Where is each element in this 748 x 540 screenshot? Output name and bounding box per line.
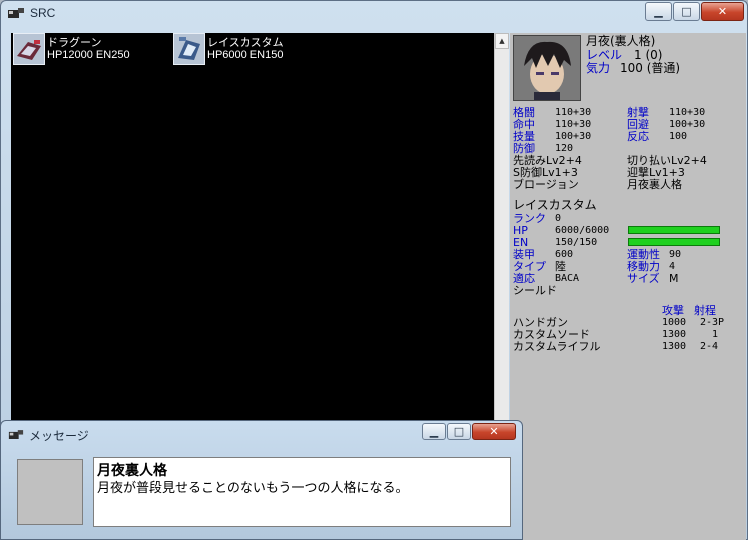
stat-value: 100+30 bbox=[555, 131, 592, 142]
unit-name: レイスカスタム bbox=[207, 36, 284, 49]
mecha-dragoon-icon bbox=[13, 33, 45, 65]
dialog-maximize-button[interactable]: □ bbox=[447, 423, 471, 440]
unit-name: レイスカスタム bbox=[513, 198, 597, 212]
close-button[interactable]: ✕ bbox=[701, 2, 744, 21]
unit-ability: シールド bbox=[513, 284, 557, 297]
stat-label: 反応 bbox=[627, 130, 649, 143]
unit-size-label: サイズ bbox=[627, 272, 660, 285]
weapon-attack: 1000 bbox=[662, 317, 687, 328]
message-box[interactable]: 月夜裏人格 月夜が普段見せることのないもう一つの人格になる。 bbox=[93, 457, 511, 527]
message-dialog[interactable]: メッセージ ▁ □ ✕ 月夜裏人格 月夜が普段見せることのないもう一つの人格にな… bbox=[0, 420, 523, 540]
weapons-range-header: 射程 bbox=[694, 304, 716, 317]
dialog-minimize-button[interactable]: ▁ bbox=[422, 423, 446, 440]
pilot-skill: ブロージョン bbox=[513, 178, 579, 191]
src-app-icon bbox=[8, 430, 24, 439]
weapons-attack-header: 攻撃 bbox=[662, 304, 684, 317]
weapon-range: 2-4 bbox=[700, 341, 719, 352]
stat-value: 100 bbox=[669, 131, 688, 142]
en-bar bbox=[628, 238, 720, 246]
unit-rank-value: 0 bbox=[555, 213, 562, 224]
dialog-title: メッセージ bbox=[29, 429, 89, 443]
weapon-attack: 1300 bbox=[662, 329, 687, 340]
pilot-portrait bbox=[513, 35, 581, 101]
pilot-skill: 月夜裏人格 bbox=[627, 178, 682, 191]
stat-value: 100+30 bbox=[669, 119, 706, 130]
scroll-up-arrow-icon[interactable]: ▲ bbox=[495, 33, 509, 49]
unit-en-value: 150/150 bbox=[555, 237, 598, 248]
stat-value: 110+30 bbox=[555, 107, 592, 118]
unit-stats: HP12000 EN250 bbox=[47, 49, 130, 61]
minimize-button[interactable]: ▁ bbox=[645, 2, 672, 21]
weapon-range: 2-3P bbox=[700, 317, 725, 328]
weapon-attack: 1300 bbox=[662, 341, 687, 352]
stat-value: 110+30 bbox=[555, 119, 592, 130]
unit-type-value: 陸 bbox=[555, 260, 566, 273]
title-bar[interactable]: SRC ▁ □ ✕ bbox=[1, 1, 747, 27]
unit-stats: HP6000 EN150 bbox=[207, 49, 284, 61]
maximize-button[interactable]: □ bbox=[673, 2, 700, 21]
unit-hp-value: 6000/6000 bbox=[555, 225, 610, 236]
weapon-range: 1 bbox=[712, 329, 719, 340]
mecha-wraith-icon bbox=[173, 33, 205, 65]
unit-size-value: M bbox=[669, 272, 679, 285]
message-text: 月夜が普段見せることのないもう一つの人格になる。 bbox=[97, 481, 409, 496]
pilot-level-value: 1 (0) bbox=[634, 48, 663, 62]
weapon-name[interactable]: カスタムライフル bbox=[513, 341, 600, 353]
hp-bar bbox=[628, 226, 720, 234]
window-title: SRC bbox=[30, 6, 56, 20]
pilot-name: 月夜(裏人格) bbox=[586, 34, 656, 48]
dialog-close-button[interactable]: ✕ bbox=[472, 423, 516, 440]
stat-value: 110+30 bbox=[669, 107, 706, 118]
unit-mobility-value: 90 bbox=[669, 249, 682, 260]
map-scrollbar[interactable]: ▲ bbox=[494, 33, 509, 428]
unit-name: ドラグーン bbox=[47, 36, 102, 49]
speaker-face-placeholder bbox=[17, 459, 83, 525]
status-panel: 月夜(裏人格) レベル 1 (0) 気力 100 (普通) 格闘 110+30 … bbox=[510, 33, 746, 540]
pilot-morale-value: 100 (普通) bbox=[620, 61, 681, 75]
pilot-morale-label: 気力 bbox=[586, 61, 611, 75]
src-app-icon bbox=[8, 8, 24, 18]
map-area[interactable]: ドラグーン HP12000 EN250 レイスカスタム HP6000 EN150 bbox=[11, 33, 494, 428]
unit-adapt-value: BACA bbox=[555, 273, 580, 284]
pilot-level-label: レベル bbox=[586, 48, 623, 62]
